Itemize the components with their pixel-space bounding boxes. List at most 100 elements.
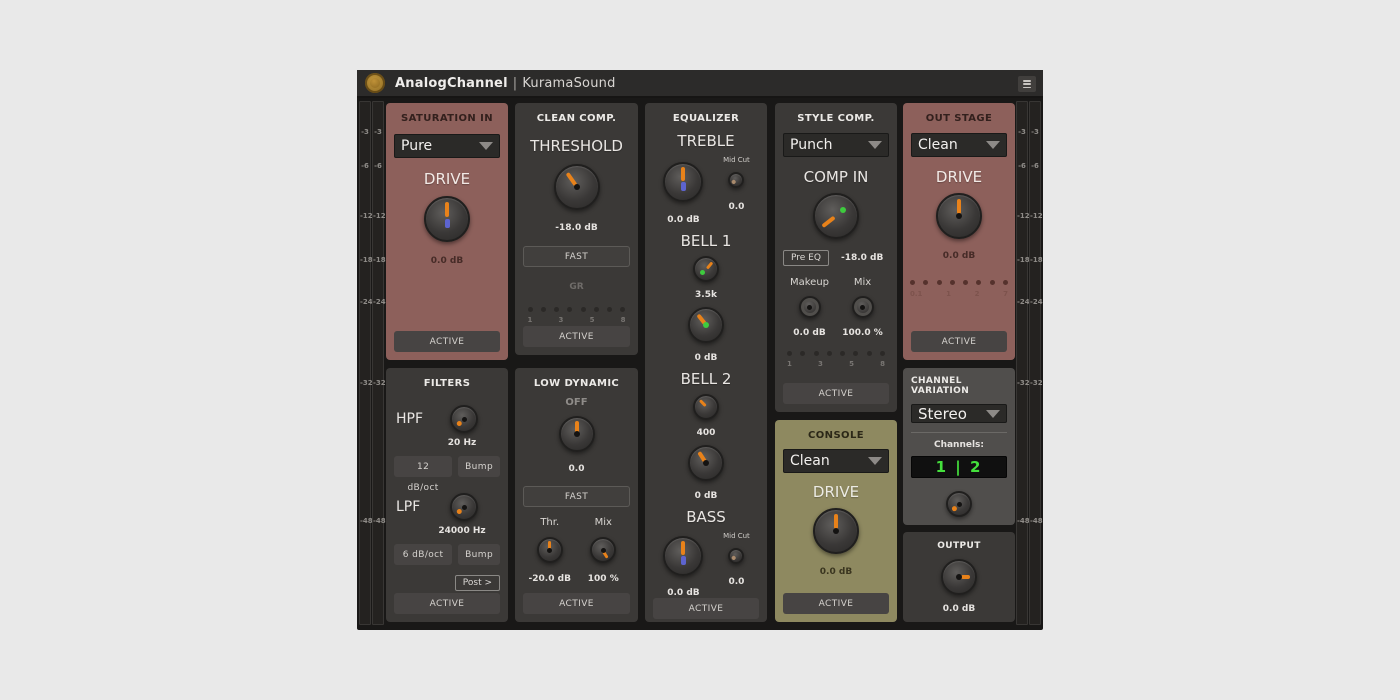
chevron-down-icon bbox=[986, 410, 1000, 418]
output-gain-knob[interactable] bbox=[941, 559, 977, 595]
eq-treble-gain-knob[interactable] bbox=[663, 162, 703, 202]
meter-scale-label: -12 bbox=[373, 212, 383, 220]
low-dynamic-active-button[interactable]: ACTIVE bbox=[523, 593, 630, 614]
style-comp-makeup-knob[interactable] bbox=[799, 296, 821, 318]
eq-bell2-freq-knob[interactable] bbox=[693, 394, 719, 420]
eq-bass-midcut-knob[interactable] bbox=[728, 548, 744, 564]
style-comp-in-knob[interactable] bbox=[813, 193, 859, 239]
meter-scale-label: -48 bbox=[360, 517, 370, 525]
clean-comp-active-button[interactable]: ACTIVE bbox=[523, 326, 630, 347]
clean-comp-fast-button[interactable]: FAST bbox=[523, 246, 630, 267]
thr-label: Thr. bbox=[540, 517, 559, 528]
output-gain-value: 0.0 dB bbox=[943, 604, 975, 614]
meter-scale-label: 8 bbox=[880, 360, 885, 368]
chevron-down-icon bbox=[479, 142, 493, 150]
eq-bass-gain-knob[interactable] bbox=[663, 536, 703, 576]
saturation-type-dropdown[interactable]: Pure bbox=[394, 134, 500, 158]
low-dynamic-mix-knob[interactable] bbox=[590, 537, 616, 563]
bell1-label: BELL 1 bbox=[681, 232, 732, 250]
style-comp-mix-knob[interactable] bbox=[852, 296, 874, 318]
chevron-down-icon bbox=[868, 141, 882, 149]
out-stage-active-button[interactable]: ACTIVE bbox=[911, 331, 1007, 352]
meter-scale-label: -6 bbox=[1030, 162, 1040, 170]
eq-bell2-gain-knob[interactable] bbox=[688, 445, 724, 481]
channel-variation-knob[interactable] bbox=[946, 491, 972, 517]
panel-title: FILTERS bbox=[424, 378, 471, 389]
bell2-label: BELL 2 bbox=[681, 370, 732, 388]
meter-scale-label: 1 bbox=[787, 360, 792, 368]
meter-scale-label: -24 bbox=[1017, 298, 1027, 306]
eq-bell1-freq-knob[interactable] bbox=[693, 256, 719, 282]
low-dynamic-threshold-knob[interactable] bbox=[537, 537, 563, 563]
meter-scale-label: -18 bbox=[373, 256, 383, 264]
panel-clean-comp: CLEAN COMP. THRESHOLD -18.0 dB FAST GR 1… bbox=[515, 103, 638, 355]
meter-led bbox=[963, 280, 968, 285]
meter-scale-label: -24 bbox=[1030, 298, 1040, 306]
plugin-window: AnalogChannel|KuramaSound -3-6-12-18-24-… bbox=[357, 70, 1043, 630]
channels-display: 1 | 2 bbox=[911, 456, 1007, 478]
pre-eq-button[interactable]: Pre EQ bbox=[783, 250, 829, 266]
console-drive-value: 0.0 dB bbox=[820, 567, 852, 577]
output-meter-right-1: -3-6-12-18-24-32-48 bbox=[1016, 101, 1028, 625]
meter-scale-label: -3 bbox=[360, 128, 370, 136]
hpf-slope-button[interactable]: 12 dB/oct bbox=[394, 456, 452, 477]
style-comp-active-button[interactable]: ACTIVE bbox=[783, 383, 889, 404]
panel-title: OUTPUT bbox=[937, 541, 981, 551]
title-separator: | bbox=[513, 76, 518, 91]
mix-label: Mix bbox=[854, 277, 871, 288]
panel-style-comp: STYLE COMP. Punch COMP IN Pre EQ -18.0 d… bbox=[775, 103, 897, 412]
meter-scale-label: 0.1 bbox=[910, 290, 922, 298]
meter-scale-label: -6 bbox=[373, 162, 383, 170]
panel-channel-variation: CHANNEL VARIATION Stereo Channels: 1 | 2 bbox=[903, 368, 1015, 525]
hpf-label: HPF bbox=[396, 411, 423, 427]
low-dynamic-amount-knob[interactable] bbox=[559, 416, 595, 452]
eq-bell1-freq-value: 3.5k bbox=[695, 290, 717, 300]
out-stage-type-dropdown[interactable]: Clean bbox=[911, 133, 1007, 157]
treble-midcut-value: 0.0 bbox=[728, 202, 744, 212]
lpf-freq-knob[interactable] bbox=[450, 493, 478, 521]
console-drive-knob[interactable] bbox=[813, 508, 859, 554]
menu-button[interactable] bbox=[1018, 76, 1036, 92]
filters-active-button[interactable]: ACTIVE bbox=[394, 593, 500, 614]
lpf-bump-button[interactable]: Bump bbox=[458, 544, 500, 565]
out-stage-drive-knob[interactable] bbox=[936, 193, 982, 239]
meter-scale-label: -48 bbox=[373, 517, 383, 525]
channel-variation-dropdown[interactable]: Stereo bbox=[911, 404, 1007, 423]
meter-led bbox=[567, 307, 572, 312]
meter-led bbox=[937, 280, 942, 285]
eq-bell1-gain-knob[interactable] bbox=[688, 307, 724, 343]
lpf-slope-button[interactable]: 6 dB/oct bbox=[394, 544, 452, 565]
panel-filters: FILTERS HPF 20 Hz 12 dB/oct Bump LPF 240… bbox=[386, 368, 508, 622]
console-type-dropdown[interactable]: Clean bbox=[783, 449, 889, 473]
equalizer-active-button[interactable]: ACTIVE bbox=[653, 598, 759, 619]
panel-title: CONSOLE bbox=[808, 430, 864, 441]
meter-scale-label: 8 bbox=[621, 316, 626, 324]
bass-label: BASS bbox=[686, 508, 726, 526]
clean-comp-threshold-knob[interactable] bbox=[554, 164, 600, 210]
meter-led bbox=[880, 351, 885, 356]
style-comp-type-dropdown[interactable]: Punch bbox=[783, 133, 889, 157]
meter-scale-label: -32 bbox=[360, 379, 370, 387]
low-dynamic-fast-button[interactable]: FAST bbox=[523, 486, 630, 507]
meter-scale-label: -48 bbox=[1017, 517, 1027, 525]
post-button[interactable]: Post > bbox=[455, 575, 500, 591]
eq-treble-midcut-knob[interactable] bbox=[728, 172, 744, 188]
meter-scale-label: -32 bbox=[1030, 379, 1040, 387]
meter-scale-label: -12 bbox=[1030, 212, 1040, 220]
plugin-name: AnalogChannel bbox=[395, 76, 508, 91]
saturation-drive-knob[interactable] bbox=[424, 196, 470, 242]
console-active-button[interactable]: ACTIVE bbox=[783, 593, 889, 614]
panel-low-dynamic: LOW DYNAMIC OFF 0.0 FAST Thr. -20.0 dB M… bbox=[515, 368, 638, 622]
channels-label: Channels: bbox=[934, 440, 984, 450]
saturation-active-button[interactable]: ACTIVE bbox=[394, 331, 500, 352]
treble-midcut-label: Mid Cut bbox=[723, 156, 750, 164]
bass-midcut-label: Mid Cut bbox=[723, 532, 750, 540]
panel-title: LOW DYNAMIC bbox=[534, 378, 619, 389]
meter-scale-label: -18 bbox=[1017, 256, 1027, 264]
meter-led bbox=[840, 351, 845, 356]
hpf-bump-button[interactable]: Bump bbox=[458, 456, 500, 477]
hpf-freq-knob[interactable] bbox=[450, 405, 478, 433]
divider bbox=[911, 432, 1007, 433]
meter-led bbox=[853, 351, 858, 356]
out-stage-meter bbox=[910, 280, 1008, 285]
